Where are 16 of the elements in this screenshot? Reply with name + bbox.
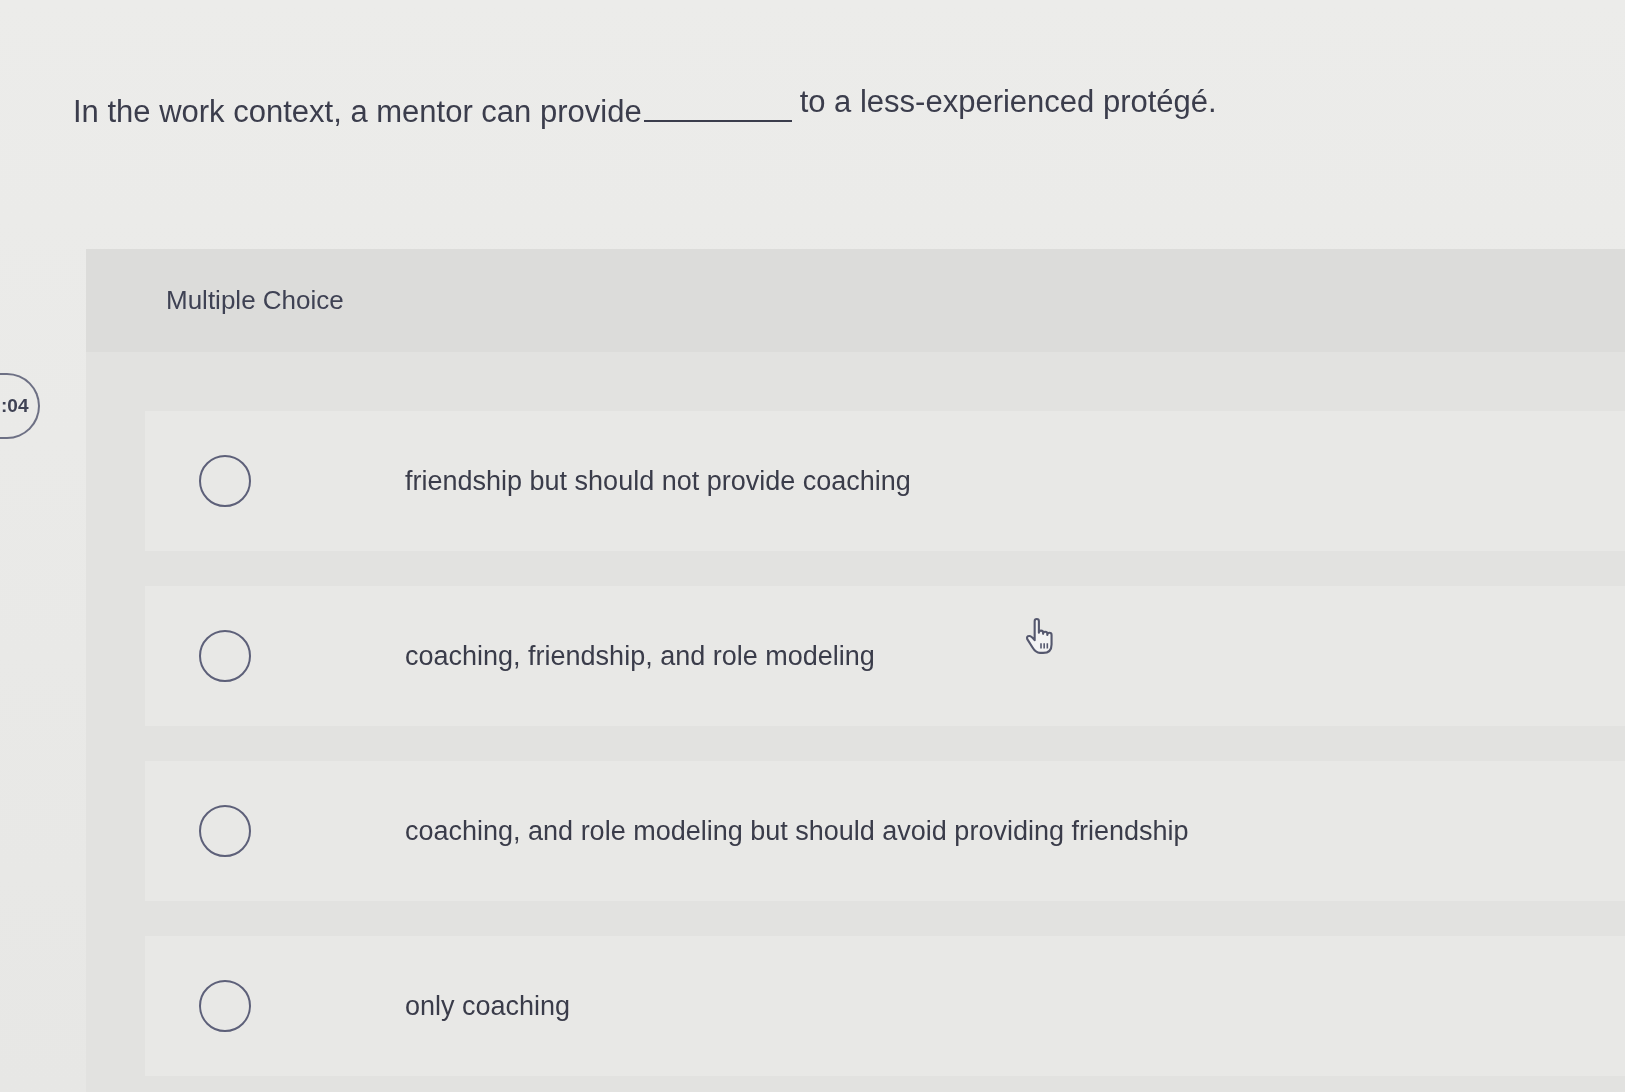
- option-text: only coaching: [405, 990, 571, 1022]
- question-text: In the work context, a mentor can provide: [73, 93, 642, 131]
- answer-option[interactable]: coaching, friendship, and role modeling: [145, 586, 1625, 726]
- radio-button[interactable]: [199, 980, 251, 1032]
- option-text: coaching, friendship, and role modeling: [405, 640, 875, 672]
- option-text: friendship but should not provide coaching: [405, 465, 911, 497]
- answer-option[interactable]: coaching, and role modeling but should avoid providing friendship: [145, 761, 1625, 901]
- option-text: coaching, and role modeling but should avoid providing friendship: [405, 815, 1189, 847]
- question-type-label: Multiple Choice: [166, 285, 344, 316]
- question-text: to a less-experienced protégé.: [799, 83, 1217, 121]
- radio-button[interactable]: [199, 805, 251, 857]
- answer-option[interactable]: only coaching: [145, 936, 1625, 1076]
- answer-option[interactable]: friendship but should not provide coaching: [145, 411, 1625, 551]
- radio-button[interactable]: [199, 630, 251, 682]
- timer-badge: :04: [0, 373, 40, 439]
- radio-button[interactable]: [199, 455, 251, 507]
